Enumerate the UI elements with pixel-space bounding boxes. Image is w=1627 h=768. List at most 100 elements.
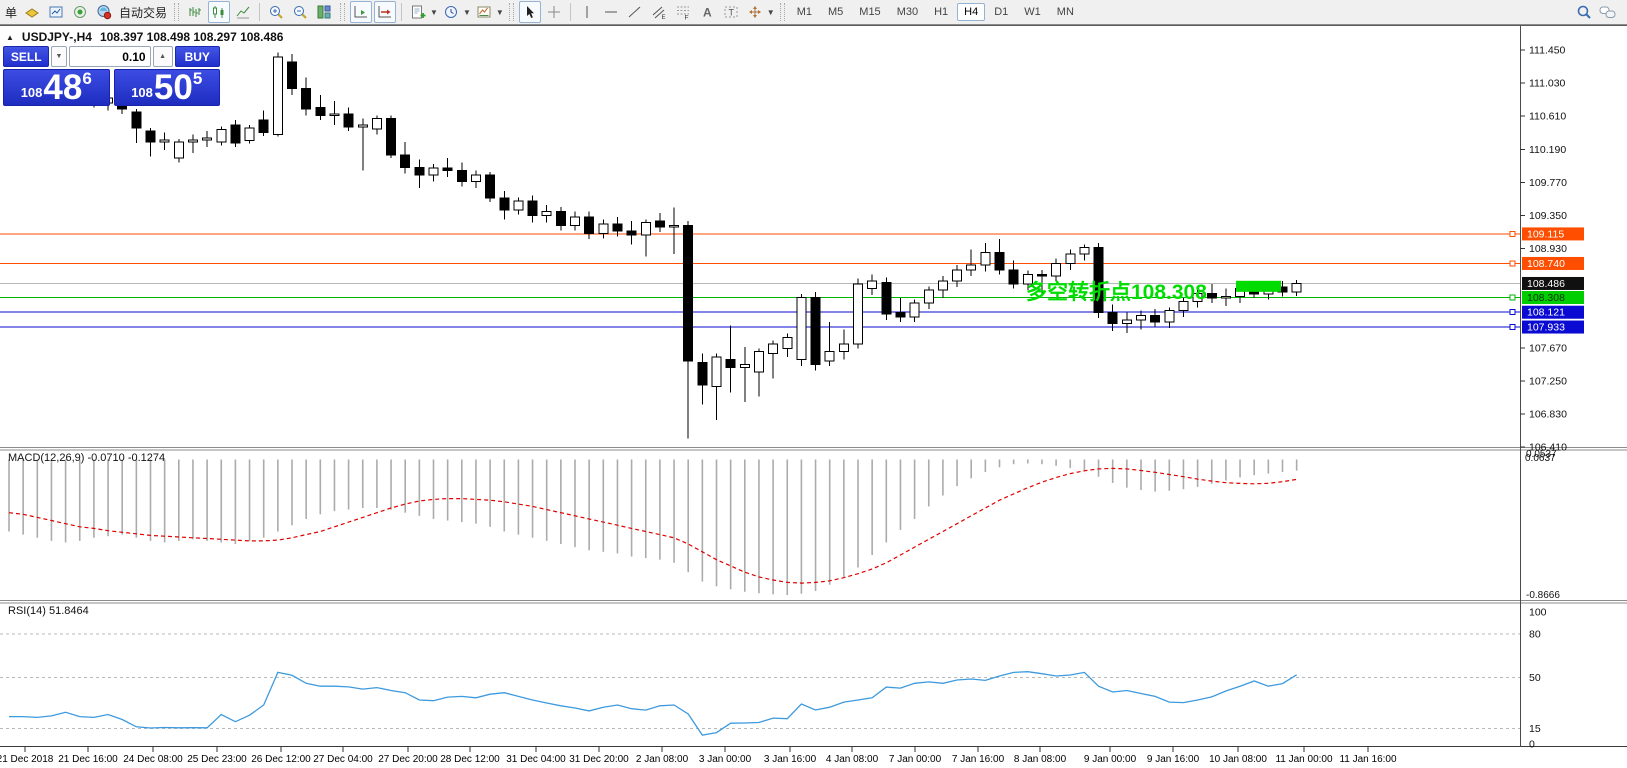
chart-annotation-text: 多空转折点108.308 [1026,276,1207,306]
svg-text:E: E [661,15,665,20]
time-axis-label: 8 Jan 08:00 [1014,754,1067,765]
chart-header: ▲ USDJPY-,H4 108.397 108.498 108.297 108… [6,30,283,44]
timeframe-button-H4[interactable]: H4 [957,3,985,21]
svg-text:107.933: 107.933 [1527,322,1565,334]
line-chart-icon[interactable] [232,1,254,23]
bar-chart-icon[interactable] [184,1,206,23]
svg-text:-0.8666: -0.8666 [1526,590,1560,601]
cursor-icon[interactable] [519,1,541,23]
price-axis[interactable]: 111.450111.030110.610110.190109.770109.3… [1520,45,1584,454]
collapse-panel-icon[interactable]: ▲ [6,33,14,42]
rsi-axis-label: 80 [1529,629,1541,641]
arrows-icon[interactable] [744,1,766,23]
buy-price-point: 5 [193,69,202,89]
timeframe-button-D1[interactable]: D1 [987,3,1015,21]
sell-price-handle: 108 [21,85,43,100]
timeframe-button-M30[interactable]: M30 [890,3,925,21]
price-axis-label: 108.930 [1529,243,1567,255]
signal-icon[interactable] [69,1,91,23]
templates-icon[interactable] [473,1,495,23]
timeframe-button-M15[interactable]: M15 [852,3,887,21]
search-icon[interactable] [1573,1,1595,23]
tile-windows-icon[interactable] [313,1,335,23]
svg-text:0.0637: 0.0637 [1525,453,1556,464]
volume-input[interactable] [69,46,151,67]
vertical-line-icon[interactable] [576,1,598,23]
toolbar-grip [174,3,179,21]
arrows-dropdown-icon[interactable]: ▼ [767,8,775,17]
main-toolbar: 单 自动交易 ▼ ▼ ▼ E F A T ▼ M1M5M15M30H1H4D1W… [0,0,1627,25]
time-axis-label: 25 Dec 23:00 [187,754,247,765]
time-axis[interactable]: 21 Dec 201821 Dec 16:0024 Dec 08:0025 De… [0,747,1397,765]
new-order-button[interactable]: 单 [2,4,20,21]
candlestick-chart-icon[interactable] [208,1,230,23]
sell-button[interactable]: SELL [3,46,49,67]
timeframe-button-M5[interactable]: M5 [821,3,850,21]
rsi-label: RSI(14) 51.8464 [8,605,89,617]
macd-signal-line [9,468,1297,583]
price-axis-label: 109.350 [1529,210,1567,222]
chart-shift-icon[interactable] [374,1,396,23]
time-axis-label: 24 Dec 08:00 [123,754,183,765]
rsi-axis-label: 0 [1529,739,1535,751]
auto-scroll-icon[interactable] [350,1,372,23]
pane-borders [0,26,1627,748]
buy-button[interactable]: BUY [175,46,220,67]
svg-text:108.121: 108.121 [1527,307,1565,319]
timeframe-button-H1[interactable]: H1 [927,3,955,21]
ohlc-values: 108.397 108.498 108.297 108.486 [100,30,284,44]
autotrading-button[interactable]: 自动交易 [116,4,170,21]
periods-icon[interactable] [440,1,462,23]
mt4-window: { "toolbar": { "new_order_partial": "单",… [0,0,1627,768]
rsi-line [9,672,1297,735]
macd-label: MACD(12,26,9) -0.0710 -0.1274 [8,452,165,464]
sell-price-pips: 48 [43,72,82,104]
symbol-title: USDJPY-,H4 [22,30,92,44]
time-axis-label: 21 Dec 16:00 [58,754,118,765]
price-axis-label: 106.830 [1529,408,1567,420]
time-axis-label: 9 Jan 16:00 [1147,754,1200,765]
templates-dropdown-icon[interactable]: ▼ [496,8,504,17]
price-axis-label: 110.190 [1529,144,1566,156]
time-axis-label: 10 Jan 08:00 [1209,754,1267,765]
buy-price-box[interactable]: 108 50 5 [114,69,221,106]
green-highlight-box [1236,281,1281,292]
time-axis-label: 3 Jan 16:00 [764,754,817,765]
equidistant-channel-icon[interactable]: E [648,1,670,23]
rsi-axis: 1008050150 [1529,607,1547,751]
time-axis-label: 27 Dec 20:00 [378,754,438,765]
svg-text:108.486: 108.486 [1527,278,1565,290]
buy-price-pips: 50 [154,72,193,104]
horizontal-line-icon[interactable] [600,1,622,23]
autotrading-icon[interactable] [93,1,115,23]
chat-icon[interactable] [1597,1,1619,23]
timeframe-button-MN[interactable]: MN [1050,3,1081,21]
volume-increase-button[interactable]: ▲ [153,46,173,67]
timeframe-button-M1[interactable]: M1 [790,3,819,21]
rsi-axis-label: 100 [1529,607,1547,619]
text-label-icon[interactable]: T [720,1,742,23]
time-axis-label: 31 Dec 20:00 [569,754,629,765]
horizontal-lines [0,231,1520,329]
indicators-dropdown-icon[interactable]: ▼ [430,8,438,17]
fibonacci-icon[interactable]: F [672,1,694,23]
indicators-add-icon[interactable] [407,1,429,23]
time-axis-label: 28 Dec 12:00 [440,754,500,765]
chart-window-icon[interactable] [45,1,67,23]
time-axis-label: 9 Jan 00:00 [1084,754,1137,765]
text-icon[interactable]: A [696,1,718,23]
chart-canvas[interactable]: 111.450111.030110.610110.190109.770109.3… [0,0,1627,768]
zoom-in-icon[interactable] [265,1,287,23]
price-axis-label: 110.610 [1529,111,1566,123]
macd-histogram [9,460,1297,596]
svg-text:T: T [728,8,734,18]
timeframe-button-W1[interactable]: W1 [1017,3,1048,21]
crosshair-icon[interactable] [543,1,565,23]
new-order-icon[interactable] [21,1,43,23]
one-click-trade-panel: SELL ▼ ▲ BUY 108 48 6 108 50 5 [3,46,220,106]
sell-price-box[interactable]: 108 48 6 [3,69,110,106]
zoom-out-icon[interactable] [289,1,311,23]
volume-decrease-button[interactable]: ▼ [51,46,66,67]
trendline-icon[interactable] [624,1,646,23]
periods-dropdown-icon[interactable]: ▼ [463,8,471,17]
